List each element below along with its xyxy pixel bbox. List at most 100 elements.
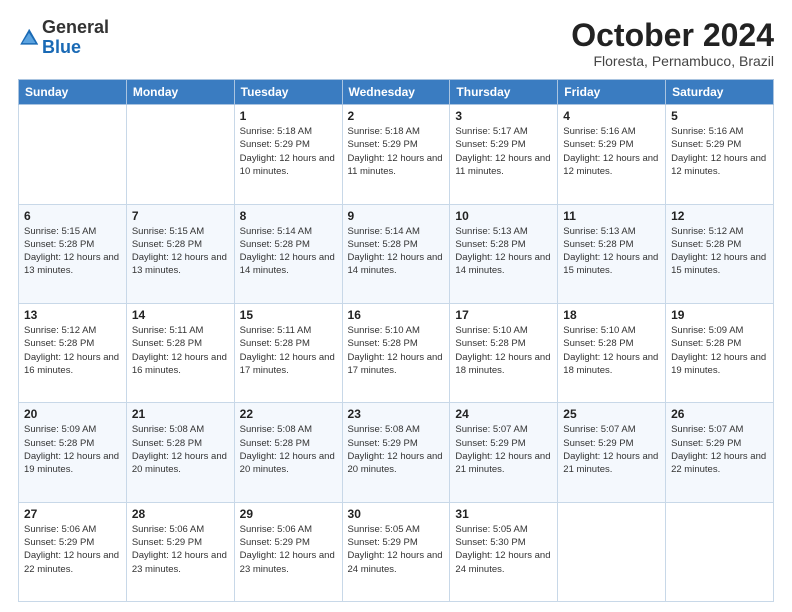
day-number: 18 <box>563 308 660 322</box>
day-number: 24 <box>455 407 552 421</box>
calendar-cell: 16Sunrise: 5:10 AMSunset: 5:28 PMDayligh… <box>342 303 450 402</box>
calendar-cell <box>666 502 774 601</box>
calendar-cell: 5 Sunrise: 5:16 AMSunset: 5:29 PMDaylight… <box>666 105 774 204</box>
day-number: 29 <box>240 507 337 521</box>
calendar-cell: 24 Sunrise: 5:07 AMSunset: 5:29 PMDayligh… <box>450 403 558 502</box>
day-info: Sunrise: 5:05 AMSunset: 5:29 PMDaylight:… <box>348 523 445 576</box>
day-info: Sunrise: 5:16 AMSunset: 5:29 PMDaylight:… <box>563 125 660 178</box>
calendar-cell <box>558 502 666 601</box>
day-header-monday: Monday <box>126 80 234 105</box>
day-number: 12 <box>671 209 768 223</box>
day-info: Sunrise: 5:14 AMSunset: 5:28 PMDaylight:… <box>348 225 445 278</box>
calendar-cell: 10 Sunrise: 5:13 AMSunset: 5:28 PMDayligh… <box>450 204 558 303</box>
calendar-header-row: SundayMondayTuesdayWednesdayThursdayFrid… <box>19 80 774 105</box>
calendar-week-row: 13Sunrise: 5:12 AMSunset: 5:28 PMDayligh… <box>19 303 774 402</box>
calendar-cell: 25Sunrise: 5:07 AMSunset: 5:29 PMDayligh… <box>558 403 666 502</box>
logo-text: General Blue <box>42 18 109 58</box>
day-number: 26 <box>671 407 768 421</box>
calendar-cell: 19 Sunrise: 5:09 AMSunset: 5:28 PMDayligh… <box>666 303 774 402</box>
calendar-cell: 6 Sunrise: 5:15 AMSunset: 5:28 PMDaylight… <box>19 204 127 303</box>
day-number: 6 <box>24 209 121 223</box>
day-header-wednesday: Wednesday <box>342 80 450 105</box>
day-info: Sunrise: 5:13 AMSunset: 5:28 PMDaylight:… <box>455 225 552 278</box>
day-number: 4 <box>563 109 660 123</box>
calendar-cell: 15 Sunrise: 5:11 AMSunset: 5:28 PMDayligh… <box>234 303 342 402</box>
day-info: Sunrise: 5:16 AMSunset: 5:29 PMDaylight:… <box>671 125 768 178</box>
day-info: Sunrise: 5:12 AMSunset: 5:28 PMDaylight:… <box>24 324 121 377</box>
calendar-week-row: 1Sunrise: 5:18 AMSunset: 5:29 PMDaylight… <box>19 105 774 204</box>
calendar-cell: 8Sunrise: 5:14 AMSunset: 5:28 PMDaylight… <box>234 204 342 303</box>
day-number: 27 <box>24 507 121 521</box>
day-number: 11 <box>563 209 660 223</box>
day-number: 7 <box>132 209 229 223</box>
calendar-cell: 11Sunrise: 5:13 AMSunset: 5:28 PMDayligh… <box>558 204 666 303</box>
calendar-cell: 7 Sunrise: 5:15 AMSunset: 5:28 PMDaylight… <box>126 204 234 303</box>
day-number: 1 <box>240 109 337 123</box>
day-number: 30 <box>348 507 445 521</box>
day-info: Sunrise: 5:06 AMSunset: 5:29 PMDaylight:… <box>24 523 121 576</box>
day-number: 3 <box>455 109 552 123</box>
day-header-saturday: Saturday <box>666 80 774 105</box>
day-header-thursday: Thursday <box>450 80 558 105</box>
month-title: October 2024 <box>571 18 774 53</box>
calendar-cell: 23Sunrise: 5:08 AMSunset: 5:29 PMDayligh… <box>342 403 450 502</box>
day-number: 15 <box>240 308 337 322</box>
calendar-cell: 27 Sunrise: 5:06 AMSunset: 5:29 PMDayligh… <box>19 502 127 601</box>
day-number: 23 <box>348 407 445 421</box>
day-info: Sunrise: 5:07 AMSunset: 5:29 PMDaylight:… <box>563 423 660 476</box>
calendar-week-row: 6 Sunrise: 5:15 AMSunset: 5:28 PMDaylight… <box>19 204 774 303</box>
calendar-cell: 17 Sunrise: 5:10 AMSunset: 5:28 PMDayligh… <box>450 303 558 402</box>
calendar-cell: 18Sunrise: 5:10 AMSunset: 5:28 PMDayligh… <box>558 303 666 402</box>
logo: General Blue <box>18 18 109 58</box>
day-number: 9 <box>348 209 445 223</box>
day-number: 19 <box>671 308 768 322</box>
day-header-friday: Friday <box>558 80 666 105</box>
day-number: 14 <box>132 308 229 322</box>
calendar-cell <box>126 105 234 204</box>
calendar-table: SundayMondayTuesdayWednesdayThursdayFrid… <box>18 79 774 602</box>
day-info: Sunrise: 5:05 AMSunset: 5:30 PMDaylight:… <box>455 523 552 576</box>
day-info: Sunrise: 5:11 AMSunset: 5:28 PMDaylight:… <box>132 324 229 377</box>
day-header-sunday: Sunday <box>19 80 127 105</box>
day-number: 22 <box>240 407 337 421</box>
day-info: Sunrise: 5:07 AMSunset: 5:29 PMDaylight:… <box>455 423 552 476</box>
day-number: 16 <box>348 308 445 322</box>
calendar-cell: 4 Sunrise: 5:16 AMSunset: 5:29 PMDaylight… <box>558 105 666 204</box>
calendar-cell: 1Sunrise: 5:18 AMSunset: 5:29 PMDaylight… <box>234 105 342 204</box>
calendar-cell: 3 Sunrise: 5:17 AMSunset: 5:29 PMDaylight… <box>450 105 558 204</box>
calendar-cell: 31Sunrise: 5:05 AMSunset: 5:30 PMDayligh… <box>450 502 558 601</box>
day-info: Sunrise: 5:15 AMSunset: 5:28 PMDaylight:… <box>132 225 229 278</box>
day-info: Sunrise: 5:14 AMSunset: 5:28 PMDaylight:… <box>240 225 337 278</box>
calendar-week-row: 27 Sunrise: 5:06 AMSunset: 5:29 PMDayligh… <box>19 502 774 601</box>
day-number: 5 <box>671 109 768 123</box>
day-info: Sunrise: 5:15 AMSunset: 5:28 PMDaylight:… <box>24 225 121 278</box>
day-info: Sunrise: 5:10 AMSunset: 5:28 PMDaylight:… <box>455 324 552 377</box>
header: General Blue October 2024 Floresta, Pern… <box>18 18 774 69</box>
calendar-week-row: 20Sunrise: 5:09 AMSunset: 5:28 PMDayligh… <box>19 403 774 502</box>
logo-blue-text: Blue <box>42 37 81 57</box>
day-info: Sunrise: 5:09 AMSunset: 5:28 PMDaylight:… <box>24 423 121 476</box>
calendar-cell: 14 Sunrise: 5:11 AMSunset: 5:28 PMDayligh… <box>126 303 234 402</box>
calendar-cell: 21Sunrise: 5:08 AMSunset: 5:28 PMDayligh… <box>126 403 234 502</box>
day-info: Sunrise: 5:11 AMSunset: 5:28 PMDaylight:… <box>240 324 337 377</box>
logo-icon <box>18 27 40 49</box>
day-info: Sunrise: 5:06 AMSunset: 5:29 PMDaylight:… <box>240 523 337 576</box>
calendar-cell: 2Sunrise: 5:18 AMSunset: 5:29 PMDaylight… <box>342 105 450 204</box>
calendar-cell: 22 Sunrise: 5:08 AMSunset: 5:28 PMDayligh… <box>234 403 342 502</box>
calendar-cell: 13Sunrise: 5:12 AMSunset: 5:28 PMDayligh… <box>19 303 127 402</box>
calendar-cell: 30 Sunrise: 5:05 AMSunset: 5:29 PMDayligh… <box>342 502 450 601</box>
day-number: 17 <box>455 308 552 322</box>
day-info: Sunrise: 5:08 AMSunset: 5:28 PMDaylight:… <box>240 423 337 476</box>
logo-general-text: General <box>42 17 109 37</box>
calendar-cell: 9 Sunrise: 5:14 AMSunset: 5:28 PMDaylight… <box>342 204 450 303</box>
day-info: Sunrise: 5:09 AMSunset: 5:28 PMDaylight:… <box>671 324 768 377</box>
location-subtitle: Floresta, Pernambuco, Brazil <box>571 53 774 69</box>
day-number: 10 <box>455 209 552 223</box>
calendar-cell <box>19 105 127 204</box>
day-number: 28 <box>132 507 229 521</box>
day-info: Sunrise: 5:12 AMSunset: 5:28 PMDaylight:… <box>671 225 768 278</box>
day-header-tuesday: Tuesday <box>234 80 342 105</box>
day-info: Sunrise: 5:17 AMSunset: 5:29 PMDaylight:… <box>455 125 552 178</box>
title-area: October 2024 Floresta, Pernambuco, Brazi… <box>571 18 774 69</box>
calendar-cell: 26Sunrise: 5:07 AMSunset: 5:29 PMDayligh… <box>666 403 774 502</box>
